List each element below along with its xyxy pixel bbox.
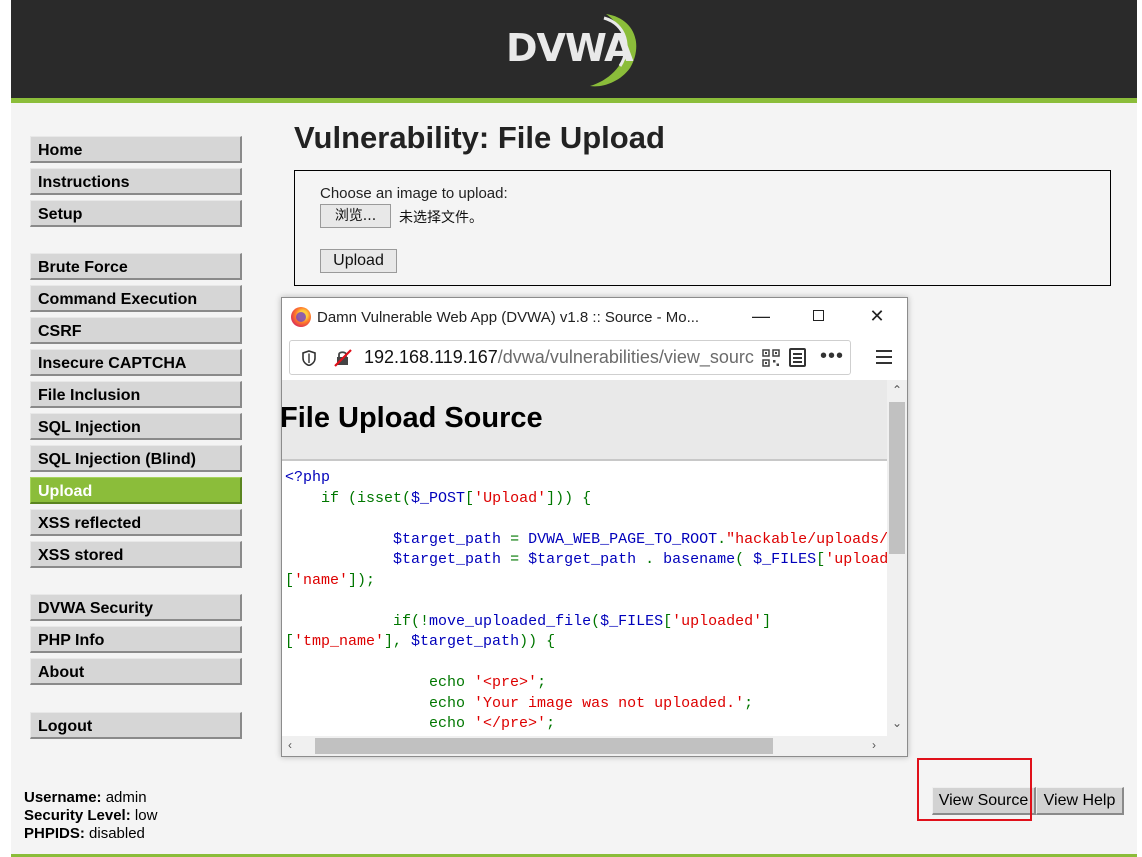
menu-item-sql-injection[interactable]: SQL Injection xyxy=(30,413,242,440)
menu-item-file-inclusion[interactable]: File Inclusion xyxy=(30,381,242,408)
firefox-icon xyxy=(291,307,311,327)
phpids-value: disabled xyxy=(89,825,145,842)
more-actions-icon[interactable]: ••• xyxy=(820,345,844,368)
menu-item-sql-injection-blind[interactable]: SQL Injection (Blind) xyxy=(30,445,242,472)
browse-button[interactable]: 浏览... xyxy=(320,204,391,228)
menu-item-brute-force[interactable]: Brute Force xyxy=(30,253,242,280)
qr-code-icon[interactable] xyxy=(762,349,780,367)
upload-button[interactable]: Upload xyxy=(320,249,397,273)
source-title: File Upload Source xyxy=(282,402,543,434)
menu-hamburger-icon[interactable] xyxy=(876,350,892,364)
menu-item-instructions[interactable]: Instructions xyxy=(30,168,242,195)
view-help-button[interactable]: View Help xyxy=(1036,787,1124,815)
maximize-icon[interactable] xyxy=(803,304,833,328)
phpids-label: PHPIDS: xyxy=(24,825,85,842)
upload-form: Choose an image to upload: 浏览... 未选择文件。 … xyxy=(294,170,1111,286)
menu-item-insecure-captcha[interactable]: Insecure CAPTCHA xyxy=(30,349,242,376)
menu-item-php-info[interactable]: PHP Info xyxy=(30,626,242,653)
address-bar[interactable]: 192.168.119.167/dvwa/vulnerabilities/vie… xyxy=(289,340,851,375)
phpids-row: PHPIDS: disabled xyxy=(24,825,157,843)
header-stripe xyxy=(11,98,1137,103)
reader-view-icon[interactable] xyxy=(789,348,806,367)
scroll-left-icon[interactable]: ‹ xyxy=(288,738,292,752)
user-info: Username: admin Security Level: low PHPI… xyxy=(24,789,157,843)
vertical-scrollbar[interactable]: ⌃ ⌄ xyxy=(887,380,907,736)
menu-item-dvwa-security[interactable]: DVWA Security xyxy=(30,594,242,621)
scroll-right-icon[interactable]: › xyxy=(872,738,876,752)
close-icon[interactable]: ✕ xyxy=(862,304,892,328)
username-row: Username: admin xyxy=(24,789,157,807)
popup-content: File Upload Source <?php if (isset($_POS… xyxy=(282,380,887,736)
security-level-row: Security Level: low xyxy=(24,807,157,825)
url-path: /dvwa/vulnerabilities/view_sourc xyxy=(497,347,754,367)
menu-item-xss-stored[interactable]: XSS stored xyxy=(30,541,242,568)
highlight-annotation xyxy=(917,758,1032,821)
username-value: admin xyxy=(105,789,147,806)
menu-item-setup[interactable]: Setup xyxy=(30,200,242,227)
url-text[interactable]: 192.168.119.167/dvwa/vulnerabilities/vie… xyxy=(364,347,759,368)
popup-titlebar[interactable]: Damn Vulnerable Web App (DVWA) v1.8 :: S… xyxy=(282,298,907,336)
menu-item-command-execution[interactable]: Command Execution xyxy=(30,285,242,312)
shield-icon[interactable] xyxy=(302,350,316,366)
security-value: low xyxy=(134,807,158,824)
upload-label: Choose an image to upload: xyxy=(320,185,508,202)
url-host: 192.168.119.167 xyxy=(364,347,498,367)
insecure-lock-icon[interactable] xyxy=(334,349,352,367)
header-bar: DVWA xyxy=(11,0,1137,98)
source-popup-window: Damn Vulnerable Web App (DVWA) v1.8 :: S… xyxy=(281,297,908,757)
source-header: File Upload Source xyxy=(282,380,887,461)
horizontal-scroll-thumb[interactable] xyxy=(315,738,773,754)
logo-text: DVWA xyxy=(506,26,634,70)
popup-window-title: Damn Vulnerable Web App (DVWA) v1.8 :: S… xyxy=(317,309,700,326)
no-file-text: 未选择文件。 xyxy=(399,210,483,226)
menu-item-xss-reflected[interactable]: XSS reflected xyxy=(30,509,242,536)
menu-item-about[interactable]: About xyxy=(30,658,242,685)
scroll-down-icon[interactable]: ⌄ xyxy=(892,716,902,730)
menu-item-upload[interactable]: Upload xyxy=(30,477,242,504)
dvwa-logo[interactable]: DVWA xyxy=(506,8,646,88)
vertical-scroll-thumb[interactable] xyxy=(889,402,905,554)
scrollbar-corner xyxy=(887,736,907,756)
scroll-up-icon[interactable]: ⌃ xyxy=(892,383,902,397)
menu-item-csrf[interactable]: CSRF xyxy=(30,317,242,344)
minimize-icon[interactable]: — xyxy=(746,304,776,328)
menu-item-home[interactable]: Home xyxy=(30,136,242,163)
horizontal-scrollbar[interactable]: ‹ › xyxy=(282,736,887,756)
source-code: <?php if (isset($_POST['Upload'])) { $ta… xyxy=(285,469,887,732)
menu-item-logout[interactable]: Logout xyxy=(30,712,242,739)
username-label: Username: xyxy=(24,789,102,806)
security-label: Security Level: xyxy=(24,807,131,824)
page-title: Vulnerability: File Upload xyxy=(294,120,665,155)
